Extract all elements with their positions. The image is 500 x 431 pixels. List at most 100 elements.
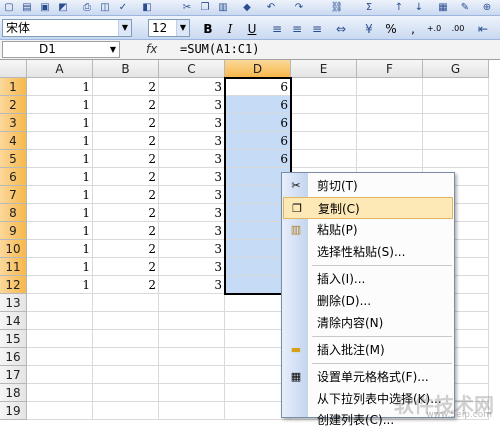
column-header-e[interactable]: E [291, 60, 357, 78]
undo-icon[interactable]: ↶ [264, 1, 278, 15]
cell-a2[interactable]: 1 [27, 96, 93, 114]
format-painter-icon[interactable]: ◆ [240, 1, 254, 15]
open-icon[interactable]: ▤ [20, 1, 34, 15]
row-header-10[interactable]: 10 [0, 240, 27, 258]
permission-icon[interactable]: ◩ [56, 1, 70, 15]
cell-c4[interactable]: 3 [159, 132, 225, 150]
cell-f4[interactable] [357, 132, 423, 150]
cell-c19[interactable] [159, 402, 225, 420]
chevron-down-icon[interactable]: ▼ [107, 42, 119, 57]
menu-item-copy[interactable]: ❐ 复制(C) [283, 197, 453, 219]
cell-b14[interactable] [93, 312, 159, 330]
decrease-decimal-button[interactable]: .00 [448, 21, 468, 37]
cell-c9[interactable]: 3 [159, 222, 225, 240]
chevron-down-icon[interactable]: ▼ [118, 20, 131, 36]
cell-c11[interactable]: 3 [159, 258, 225, 276]
column-header-g[interactable]: G [423, 60, 489, 78]
cell-e1[interactable] [291, 78, 357, 96]
cell-b16[interactable] [93, 348, 159, 366]
copy-icon[interactable]: ❐ [198, 1, 212, 15]
cell-b12[interactable]: 2 [93, 276, 159, 294]
paste-icon[interactable]: ▥ [216, 1, 230, 15]
chart-wizard-icon[interactable]: ▦ [436, 1, 450, 15]
row-header-1[interactable]: 1 [0, 78, 27, 96]
save-icon[interactable]: ▣ [38, 1, 52, 15]
row-header-6[interactable]: 6 [0, 168, 27, 186]
cell-a6[interactable]: 1 [27, 168, 93, 186]
sort-descending-icon[interactable]: ↓ [412, 1, 426, 15]
bold-button[interactable]: B [199, 21, 217, 37]
increase-decimal-button[interactable]: +.0 [424, 21, 444, 37]
cell-c2[interactable]: 3 [159, 96, 225, 114]
cell-f3[interactable] [357, 114, 423, 132]
cell-c5[interactable]: 3 [159, 150, 225, 168]
row-header-4[interactable]: 4 [0, 132, 27, 150]
cell-g2[interactable] [423, 96, 489, 114]
cell-b11[interactable]: 2 [93, 258, 159, 276]
cell-a8[interactable]: 1 [27, 204, 93, 222]
sort-ascending-icon[interactable]: ↑ [392, 1, 406, 15]
cell-b2[interactable]: 2 [93, 96, 159, 114]
cell-f5[interactable] [357, 150, 423, 168]
decrease-indent-icon[interactable]: ⇤ [474, 21, 492, 37]
select-all-corner[interactable] [0, 60, 27, 78]
zoom-icon[interactable]: ⊕ [480, 1, 494, 15]
cell-e2[interactable] [291, 96, 357, 114]
row-header-17[interactable]: 17 [0, 366, 27, 384]
spelling-icon[interactable]: ✓ [116, 1, 130, 15]
column-header-d[interactable]: D [225, 60, 291, 78]
column-header-a[interactable]: A [27, 60, 93, 78]
cell-a5[interactable]: 1 [27, 150, 93, 168]
column-header-b[interactable]: B [93, 60, 159, 78]
row-header-5[interactable]: 5 [0, 150, 27, 168]
menu-item-paste-special[interactable]: 选择性粘贴(S)... [283, 241, 453, 263]
cell-b7[interactable]: 2 [93, 186, 159, 204]
percent-button[interactable]: % [382, 21, 400, 37]
cell-a19[interactable] [27, 402, 93, 420]
cell-b8[interactable]: 2 [93, 204, 159, 222]
row-header-18[interactable]: 18 [0, 384, 27, 402]
chevron-down-icon[interactable]: ▼ [176, 20, 189, 36]
cell-b17[interactable] [93, 366, 159, 384]
cell-b18[interactable] [93, 384, 159, 402]
italic-button[interactable]: I [221, 21, 239, 37]
cell-c17[interactable] [159, 366, 225, 384]
cell-c14[interactable] [159, 312, 225, 330]
menu-item-insert-comment[interactable]: ▬ 插入批注(M) [283, 339, 453, 361]
cell-b15[interactable] [93, 330, 159, 348]
cell-a14[interactable] [27, 312, 93, 330]
insert-function-icon[interactable]: fx [146, 42, 157, 56]
redo-icon[interactable]: ↷ [292, 1, 306, 15]
menu-item-insert[interactable]: 插入(I)... [283, 268, 453, 290]
cell-e3[interactable] [291, 114, 357, 132]
row-header-8[interactable]: 8 [0, 204, 27, 222]
underline-button[interactable]: U [243, 21, 261, 37]
row-header-3[interactable]: 3 [0, 114, 27, 132]
row-header-16[interactable]: 16 [0, 348, 27, 366]
print-preview-icon[interactable]: ◫ [98, 1, 112, 15]
row-header-11[interactable]: 11 [0, 258, 27, 276]
menu-item-delete[interactable]: 删除(D)... [283, 290, 453, 312]
cell-b19[interactable] [93, 402, 159, 420]
cell-e4[interactable] [291, 132, 357, 150]
cell-a15[interactable] [27, 330, 93, 348]
cell-a1[interactable]: 1 [27, 78, 93, 96]
cell-g5[interactable] [423, 150, 489, 168]
cell-d3[interactable]: 6 [225, 114, 291, 132]
cell-b1[interactable]: 2 [93, 78, 159, 96]
cell-f1[interactable] [357, 78, 423, 96]
row-header-15[interactable]: 15 [0, 330, 27, 348]
cell-b6[interactable]: 2 [93, 168, 159, 186]
column-header-f[interactable]: F [357, 60, 423, 78]
cell-b10[interactable]: 2 [93, 240, 159, 258]
cell-b5[interactable]: 2 [93, 150, 159, 168]
cell-a12[interactable]: 1 [27, 276, 93, 294]
font-name-select[interactable]: 宋体 ▼ [2, 19, 132, 37]
cell-e5[interactable] [291, 150, 357, 168]
cell-d2[interactable]: 6 [225, 96, 291, 114]
cell-c3[interactable]: 3 [159, 114, 225, 132]
cell-a11[interactable]: 1 [27, 258, 93, 276]
cell-c12[interactable]: 3 [159, 276, 225, 294]
comma-button[interactable]: , [404, 21, 422, 37]
cell-c13[interactable] [159, 294, 225, 312]
